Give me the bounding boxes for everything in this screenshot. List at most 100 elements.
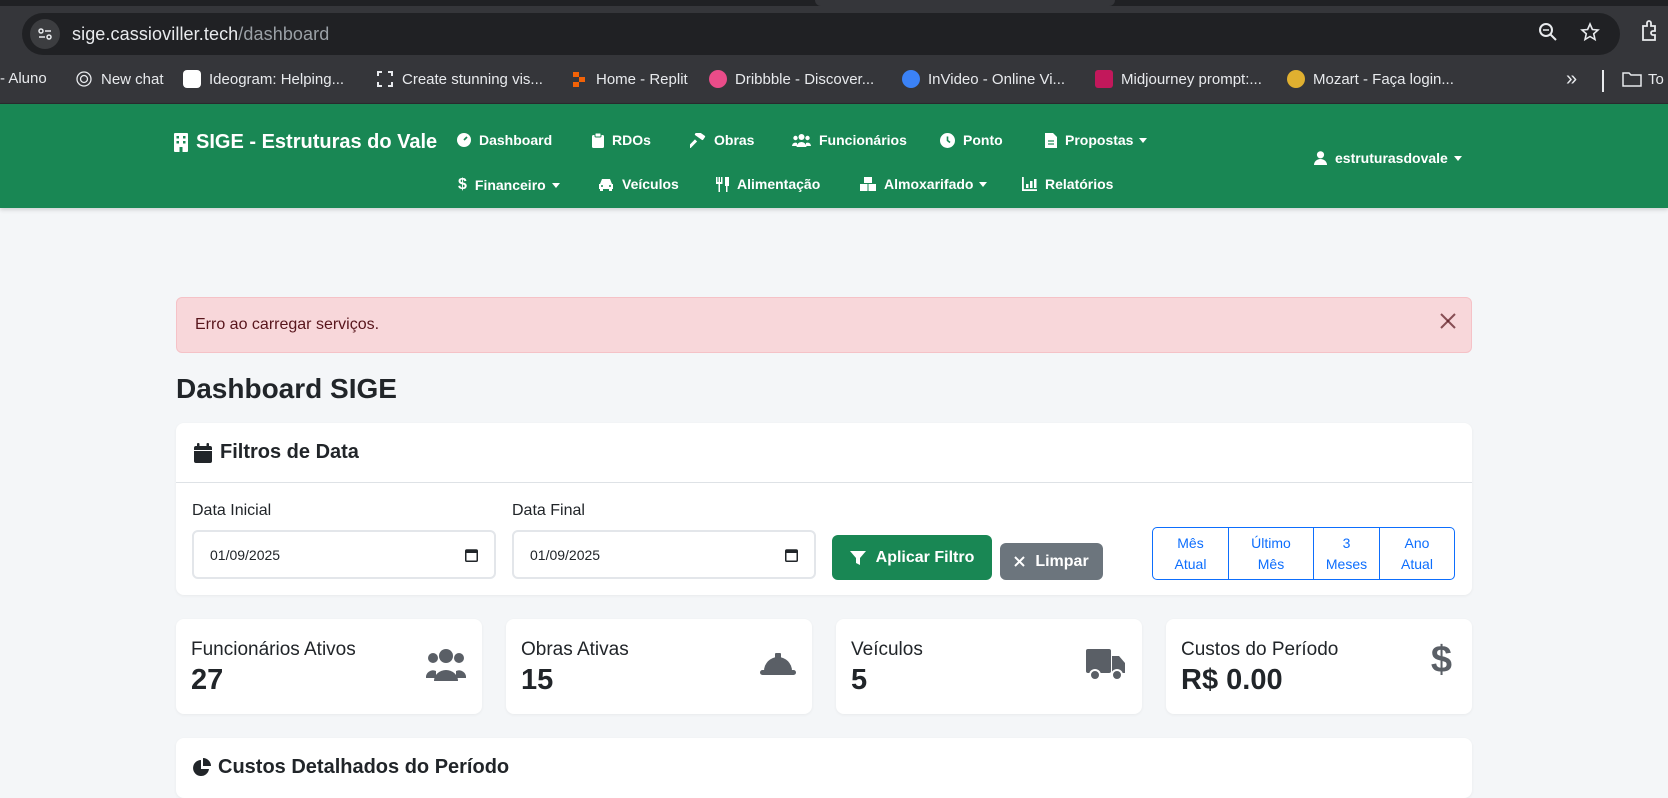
bookmark-label: InVideo - Online Vi... xyxy=(928,70,1066,88)
bookmark-create-stunning[interactable]: Create stunning vis... xyxy=(376,70,543,88)
replit-icon xyxy=(573,72,585,87)
nav-label: Alimentação xyxy=(737,176,821,192)
bookmark-label: New chat xyxy=(101,70,164,88)
chevron-down-icon xyxy=(551,182,560,188)
stat-label: Funcionários Ativos xyxy=(191,639,356,660)
stat-label: Obras Ativas xyxy=(521,639,629,660)
hammer-icon xyxy=(690,132,706,148)
user-icon xyxy=(1314,151,1327,165)
user-menu-dropdown[interactable]: estruturasdovale xyxy=(1314,150,1462,166)
stat-value: 5 xyxy=(851,664,868,696)
nav-veiculos[interactable]: Veículos xyxy=(598,176,679,192)
page-title: Dashboard SIGE xyxy=(176,373,397,404)
stat-card-funcionarios: Funcionários Ativos 27 xyxy=(176,619,482,714)
bookmark-replit[interactable]: Home - Replit xyxy=(570,70,688,88)
car-icon xyxy=(599,178,613,191)
boxes-icon xyxy=(860,177,876,191)
dribbble-icon xyxy=(709,70,727,88)
nav-financeiro-dropdown[interactable]: $ Financeiro xyxy=(458,176,560,194)
nav-relatorios[interactable]: Relatórios xyxy=(1022,176,1113,192)
quick-range-current-year[interactable]: Ano Atual xyxy=(1380,528,1454,579)
quick-range-line: Ano xyxy=(1404,534,1430,551)
url-path: /dashboard xyxy=(238,23,330,44)
nav-label: Relatórios xyxy=(1045,176,1114,192)
quick-range-last-month[interactable]: Último Mês xyxy=(1229,528,1314,579)
clear-filter-label: Limpar xyxy=(1035,552,1089,570)
quick-range-line: Último xyxy=(1251,534,1291,551)
users-icon xyxy=(792,134,811,147)
active-tab[interactable] xyxy=(815,0,1115,6)
bookmark-aluno[interactable]: - Aluno xyxy=(0,70,47,87)
stat-card-custos: Custos do Período R$ 0.00 $ xyxy=(1166,619,1472,714)
utensils-icon xyxy=(716,176,729,192)
bookmark-midjourney[interactable]: Midjourney prompt:... xyxy=(1095,70,1262,88)
bookmark-folder-label: To xyxy=(1648,70,1664,88)
hard-hat-icon xyxy=(760,653,796,675)
site-settings-icon[interactable] xyxy=(30,19,60,49)
quick-range-line: Mês xyxy=(1257,555,1285,572)
bookmark-dribbble[interactable]: Dribbble - Discover... xyxy=(709,70,874,88)
nav-label: Dashboard xyxy=(479,132,553,148)
bookmark-mozart[interactable]: Mozart - Faça login... xyxy=(1287,70,1454,88)
folder-icon xyxy=(1622,72,1642,87)
bookmark-label: Mozart - Faça login... xyxy=(1313,70,1454,88)
chart-bar-icon xyxy=(1022,177,1037,191)
nav-rdos[interactable]: RDOs xyxy=(592,132,651,148)
nav-label: Obras xyxy=(714,132,755,148)
quick-range-line: Atual xyxy=(1174,555,1207,572)
nav-label: RDOs xyxy=(612,132,651,148)
openai-icon xyxy=(76,71,92,87)
apply-filter-button[interactable]: Aplicar Filtro xyxy=(832,535,992,580)
nav-obras[interactable]: Obras xyxy=(690,132,754,148)
start-date-input[interactable]: 01/09/2025 xyxy=(192,530,496,579)
zoom-icon[interactable] xyxy=(1538,22,1558,42)
extensions-icon[interactable] xyxy=(1640,20,1660,42)
costs-card-header: Custos Detalhados do Período xyxy=(192,756,509,779)
bookmark-label: Ideogram: Helping... xyxy=(209,70,345,88)
nav-funcionarios[interactable]: Funcionários xyxy=(792,132,907,148)
nav-ponto[interactable]: Ponto xyxy=(940,132,1003,148)
nav-propostas-dropdown[interactable]: Propostas xyxy=(1045,132,1148,148)
stat-label: Veículos xyxy=(851,639,923,660)
quick-range-3-months[interactable]: 3 Meses xyxy=(1314,528,1380,579)
chevron-down-icon xyxy=(979,181,988,187)
chevron-down-icon xyxy=(1453,155,1462,161)
url-text[interactable]: sige.cassioviller.tech/dashboard xyxy=(72,24,329,45)
stat-value: 27 xyxy=(191,664,224,696)
bookmark-folder[interactable]: To xyxy=(1622,70,1664,88)
calendar-picker-icon[interactable] xyxy=(465,548,478,562)
address-bar[interactable]: sige.cassioviller.tech/dashboard xyxy=(22,13,1620,55)
more-bookmarks-icon[interactable]: » xyxy=(1566,68,1577,91)
nav-label: Veículos xyxy=(622,176,679,192)
dollar-icon: $ xyxy=(1430,639,1452,681)
start-date-label: Data Inicial xyxy=(192,502,272,519)
nav-almoxarifado-dropdown[interactable]: Almoxarifado xyxy=(860,176,988,192)
brand-link[interactable]: SIGE - Estruturas do Vale xyxy=(174,131,437,154)
calendar-picker-icon[interactable] xyxy=(785,548,798,562)
bookmark-star-icon[interactable] xyxy=(1580,22,1600,42)
nav-dashboard[interactable]: Dashboard xyxy=(457,132,552,148)
clear-filter-button[interactable]: Limpar xyxy=(1000,543,1103,580)
filter-card-title: Filtros de Data xyxy=(220,441,359,463)
pie-chart-icon xyxy=(193,757,211,776)
costs-card-title: Custos Detalhados do Período xyxy=(218,756,510,778)
bookmark-new-chat[interactable]: New chat xyxy=(75,70,164,88)
bookmark-ideogram[interactable]: Ideogram: Helping... xyxy=(183,70,344,88)
dollar-icon: $ xyxy=(458,176,467,193)
bookmark-label: Home - Replit xyxy=(596,70,688,88)
filter-icon xyxy=(849,550,866,565)
close-icon[interactable] xyxy=(1435,308,1461,334)
stat-value: 15 xyxy=(521,664,554,696)
truck-icon xyxy=(1086,649,1125,681)
bookmark-invideo[interactable]: InVideo - Online Vi... xyxy=(902,70,1065,88)
brand-name: SIGE - Estruturas do Vale xyxy=(196,131,438,153)
close-icon xyxy=(1014,556,1026,567)
bookmark-label: Dribbble - Discover... xyxy=(735,70,875,88)
stat-card-veiculos: Veículos 5 xyxy=(836,619,1142,714)
tab-strip xyxy=(0,0,1668,6)
end-date-input[interactable]: 01/09/2025 xyxy=(512,530,816,579)
frame-icon xyxy=(377,71,393,87)
quick-range-group: Mês Atual Último Mês 3 Meses Ano Atual xyxy=(1152,527,1455,580)
nav-alimentacao[interactable]: Alimentação xyxy=(716,176,820,192)
quick-range-current-month[interactable]: Mês Atual xyxy=(1153,528,1229,579)
